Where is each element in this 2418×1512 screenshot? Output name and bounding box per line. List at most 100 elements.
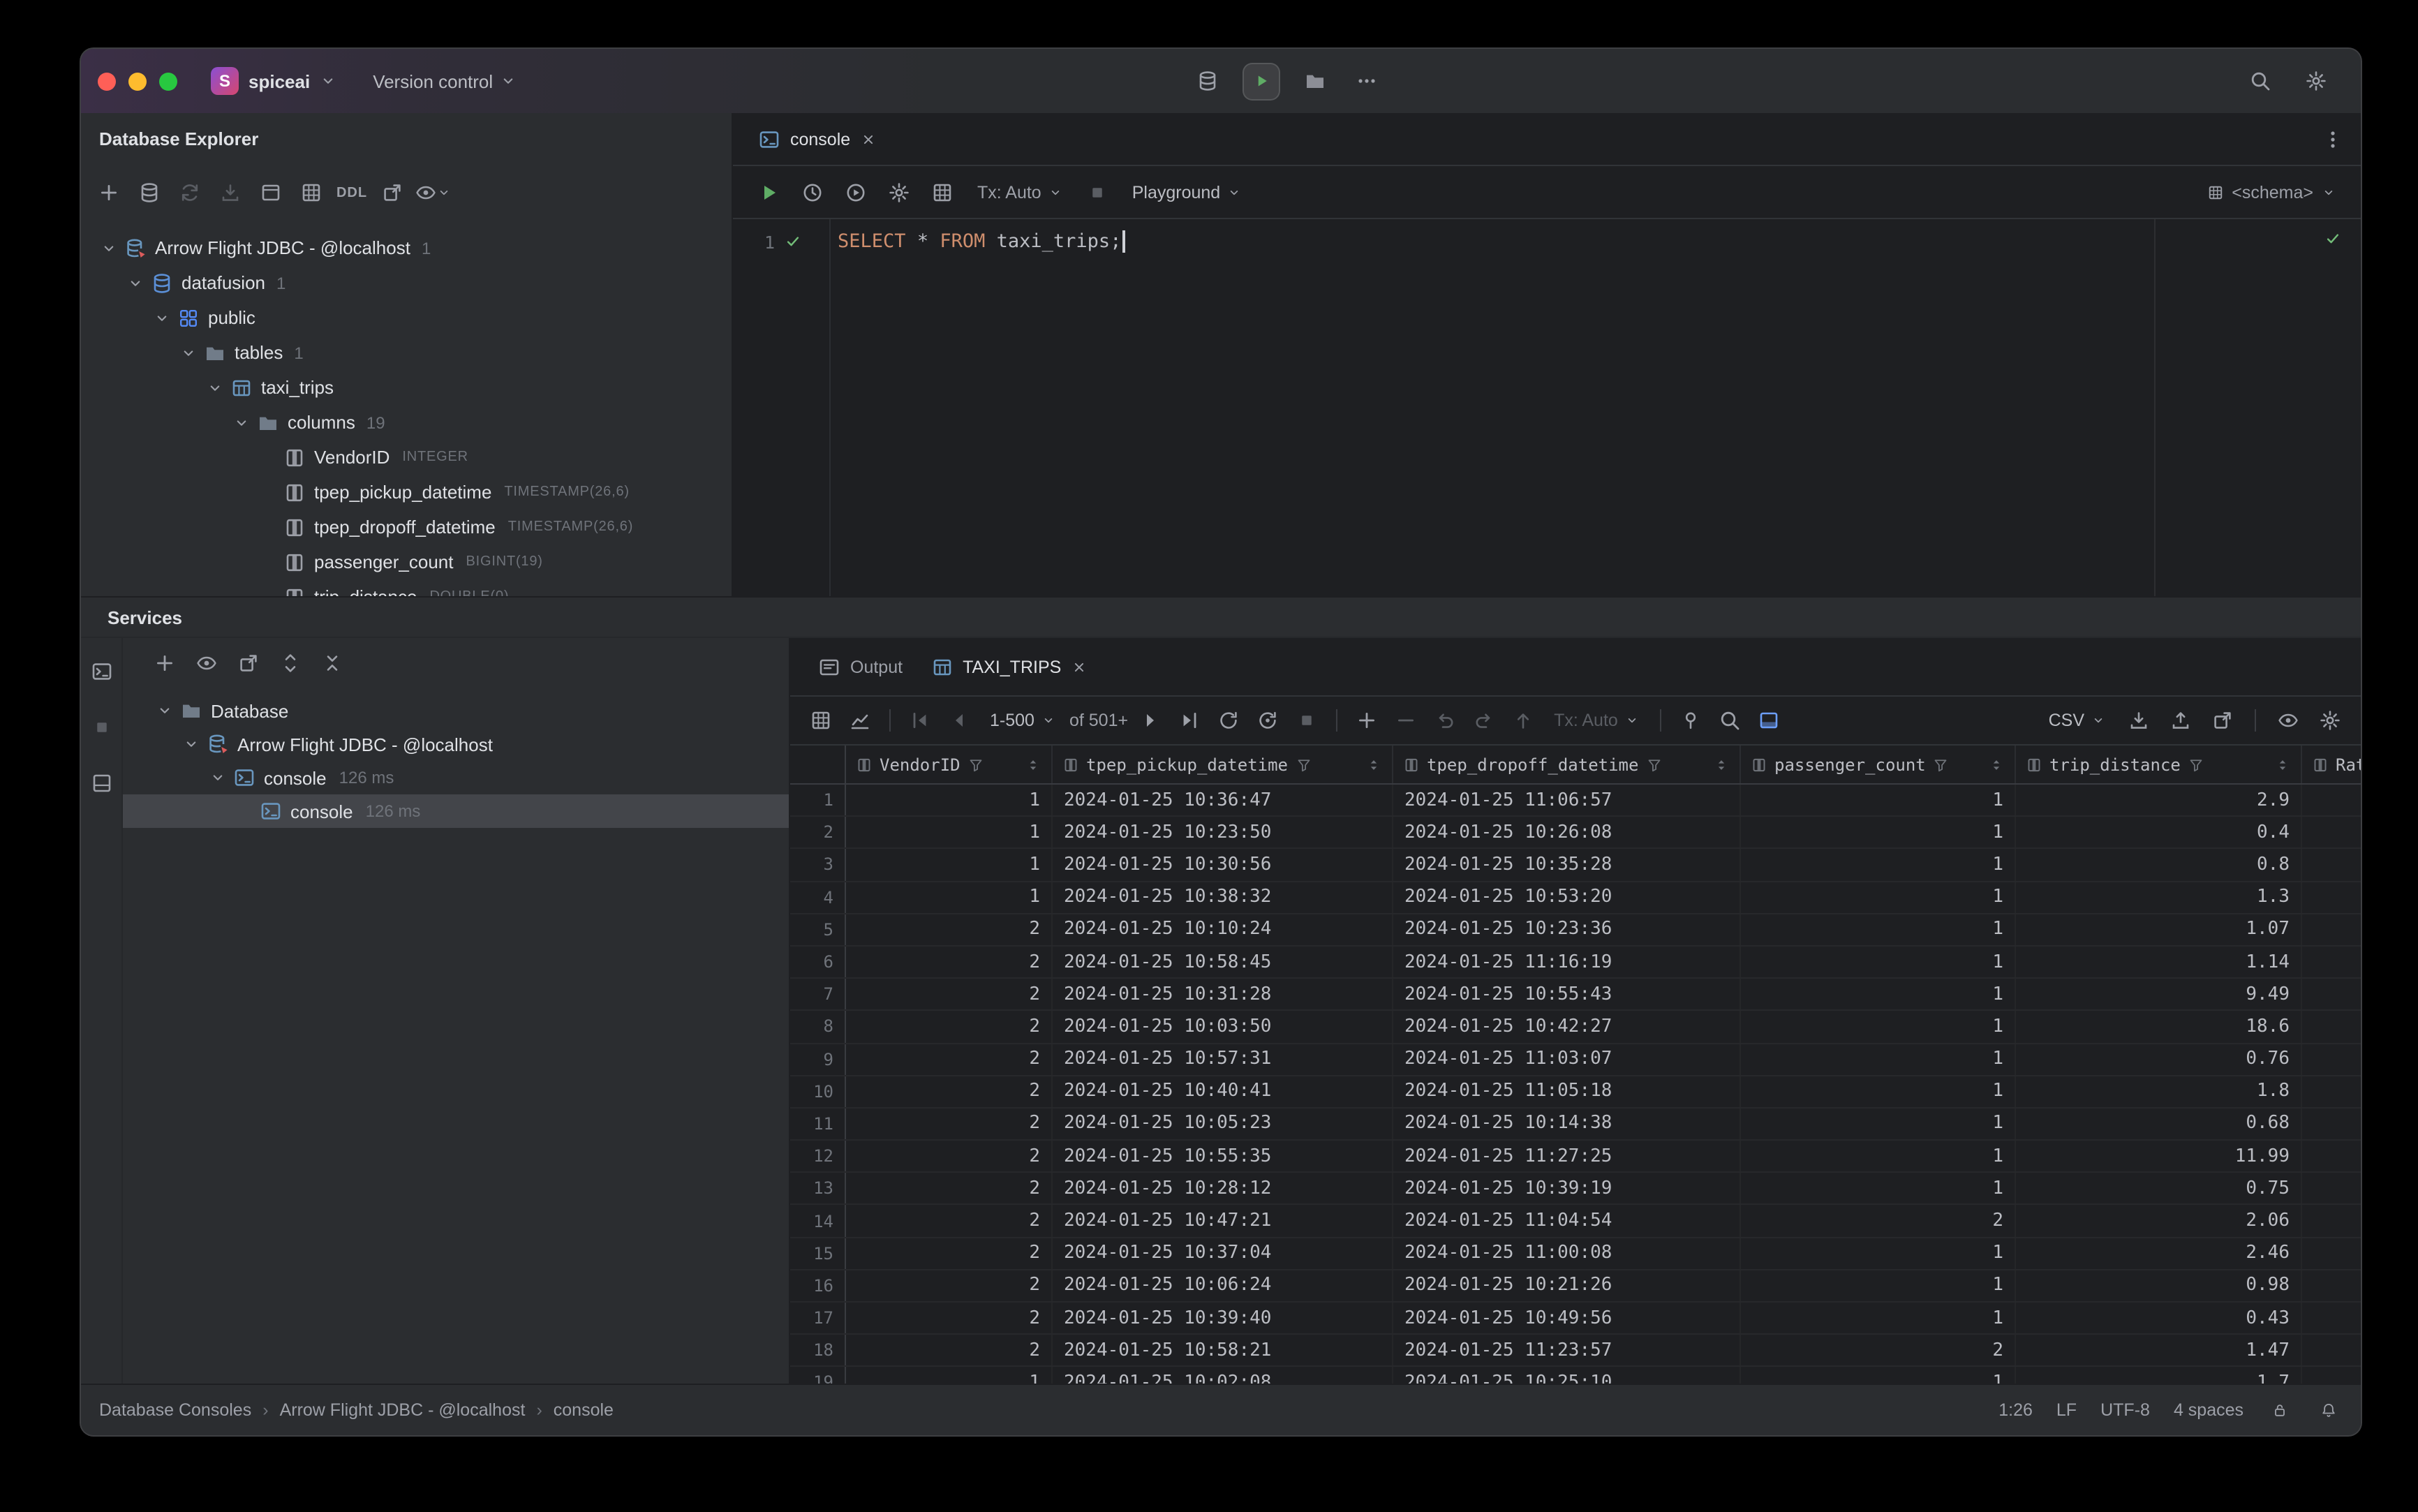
grid-cell[interactable]: 0.8: [2016, 850, 2302, 880]
grid-cell[interactable]: 2024-01-25 10:05:23: [1053, 1109, 1393, 1139]
grid-cell[interactable]: 1: [1741, 785, 2016, 815]
sql-statement[interactable]: SELECT * FROM taxi_trips;: [831, 225, 2361, 258]
tx-mode-dropdown[interactable]: Tx: Auto: [969, 175, 1071, 209]
grid-cell[interactable]: 2: [1741, 1206, 2016, 1236]
grid-cell[interactable]: 1: [846, 817, 1053, 847]
grid-cell[interactable]: 1.8: [2016, 1076, 2302, 1106]
tree-item-console[interactable]: console 126 ms: [123, 794, 789, 828]
project-selector[interactable]: S spiceai: [202, 61, 345, 101]
column-header-tpep-dropoff-datetime[interactable]: tpep_dropoff_datetime: [1393, 746, 1741, 783]
grid-cell[interactable]: 2024-01-25 10:06:24: [1053, 1270, 1393, 1301]
grid-cell[interactable]: 1: [1741, 1270, 2016, 1301]
chevron-down-icon[interactable]: [177, 341, 200, 364]
tab-console[interactable]: console: [744, 113, 891, 165]
breadcrumb-item-database-consoles[interactable]: Database Consoles: [99, 1400, 251, 1420]
grid-cell[interactable]: [2302, 1076, 2361, 1106]
grid-cell[interactable]: 2024-01-25 10:53:20: [1393, 882, 1741, 912]
playground-dropdown[interactable]: Playground: [1124, 175, 1250, 209]
grid-cell[interactable]: [2302, 1044, 2361, 1074]
grid-cell[interactable]: 2: [846, 947, 1053, 977]
grid-corner-cell[interactable]: [790, 746, 846, 783]
sort-icon[interactable]: [1988, 756, 2005, 773]
grid-cell[interactable]: 2024-01-25 10:23:50: [1053, 817, 1393, 847]
editor-options-button[interactable]: [2316, 122, 2350, 156]
close-icon[interactable]: [1071, 658, 1088, 675]
row-number[interactable]: 3: [790, 849, 846, 881]
grid-cell[interactable]: 2024-01-25 11:03:07: [1393, 1044, 1741, 1074]
services-header[interactable]: Services: [81, 598, 2361, 637]
filter-icon[interactable]: [967, 756, 984, 773]
column-header-trip-distance[interactable]: trip_distance: [2016, 746, 2302, 783]
row-number[interactable]: 16: [790, 1270, 846, 1301]
tab-taxi-trips[interactable]: TAXI_TRIPS: [917, 638, 1102, 695]
grid-cell[interactable]: 2: [846, 914, 1053, 945]
load-changes-button[interactable]: [214, 176, 247, 209]
console-settings-button[interactable]: [882, 175, 916, 209]
grid-cell[interactable]: 1.07: [2016, 914, 2302, 945]
sort-icon[interactable]: [1025, 756, 1041, 773]
grid-cell[interactable]: 2: [846, 1270, 1053, 1301]
filter-icon[interactable]: [2188, 756, 2204, 773]
grid-cell[interactable]: 2024-01-25 10:49:56: [1393, 1303, 1741, 1333]
grid-cell[interactable]: 2024-01-25 10:26:08: [1393, 817, 1741, 847]
grid-cell[interactable]: [2302, 1270, 2361, 1301]
grid-cell[interactable]: [2302, 882, 2361, 912]
grid-cell[interactable]: 1: [1741, 1109, 2016, 1139]
grid-cell[interactable]: 1: [1741, 1368, 2016, 1384]
inspections-ok-icon[interactable]: [2324, 230, 2341, 247]
grid-cell[interactable]: 1.7: [2016, 1368, 2302, 1384]
results-tx-dropdown[interactable]: Tx: Auto: [1545, 704, 1647, 737]
chevron-down-icon[interactable]: [204, 376, 226, 399]
tab-output[interactable]: Output: [804, 638, 917, 695]
filter-icon[interactable]: [1645, 756, 1662, 773]
next-page-button[interactable]: [1134, 704, 1167, 737]
grid-cell[interactable]: 1: [1741, 1303, 2016, 1333]
more-actions-button[interactable]: [1350, 64, 1384, 98]
jump-to-ddl-button[interactable]: [376, 176, 409, 209]
grid-cell[interactable]: 2024-01-25 11:27:25: [1393, 1141, 1741, 1171]
expand-all-button[interactable]: [274, 646, 307, 680]
grid-settings-button[interactable]: [2313, 704, 2347, 737]
grid-cell[interactable]: [2302, 914, 2361, 945]
notifications-button[interactable]: [2316, 1398, 2341, 1423]
layout-stripe-button[interactable]: [84, 766, 118, 800]
stop-query-button[interactable]: [1290, 704, 1323, 737]
undo-button[interactable]: [1428, 704, 1462, 737]
row-number[interactable]: 18: [790, 1335, 846, 1366]
indent-widget[interactable]: 4 spaces: [2174, 1400, 2243, 1420]
tree-item-columns[interactable]: columns 19: [81, 405, 732, 440]
grid-cell[interactable]: 1: [846, 850, 1053, 880]
last-page-button[interactable]: [1173, 704, 1206, 737]
import-data-button[interactable]: [2164, 704, 2197, 737]
row-number[interactable]: 8: [790, 1011, 846, 1042]
breadcrumb-item-console[interactable]: console: [554, 1400, 614, 1420]
row-number[interactable]: 2: [790, 817, 846, 848]
row-number[interactable]: 13: [790, 1173, 846, 1204]
grid-cell[interactable]: 2024-01-25 10:57:31: [1053, 1044, 1393, 1074]
column-header-rate[interactable]: Rate: [2302, 746, 2361, 783]
row-number[interactable]: 17: [790, 1303, 846, 1334]
ddl-button[interactable]: DDL: [335, 176, 369, 209]
schema-selector[interactable]: <schema>: [2206, 182, 2341, 202]
grid-cell[interactable]: 2024-01-25 10:47:21: [1053, 1206, 1393, 1236]
database-tool-button[interactable]: [1191, 64, 1224, 98]
tree-item-database[interactable]: Database: [123, 694, 789, 727]
new-item-button[interactable]: [92, 176, 126, 209]
view-options-button[interactable]: [2271, 704, 2305, 737]
grid-cell[interactable]: 2: [846, 1141, 1053, 1171]
grid-cell[interactable]: [2302, 979, 2361, 1009]
grid-cell[interactable]: 1: [1741, 947, 2016, 977]
close-window-button[interactable]: [98, 72, 116, 90]
grid-cell[interactable]: 1: [1741, 850, 2016, 880]
grid-cell[interactable]: [2302, 1109, 2361, 1139]
grid-cell[interactable]: 2: [846, 1076, 1053, 1106]
grid-cell[interactable]: 2024-01-25 10:36:47: [1053, 785, 1393, 815]
grid-cell[interactable]: [2302, 947, 2361, 977]
row-number[interactable]: 5: [790, 914, 846, 945]
grid-cell[interactable]: 2: [846, 979, 1053, 1009]
tree-item-console[interactable]: console 126 ms: [123, 761, 789, 794]
close-icon[interactable]: [860, 131, 877, 147]
grid-cell[interactable]: 9.49: [2016, 979, 2302, 1009]
tree-item-vendorid[interactable]: VendorID INTEGER: [81, 440, 732, 475]
grid-cell[interactable]: [2302, 785, 2361, 815]
